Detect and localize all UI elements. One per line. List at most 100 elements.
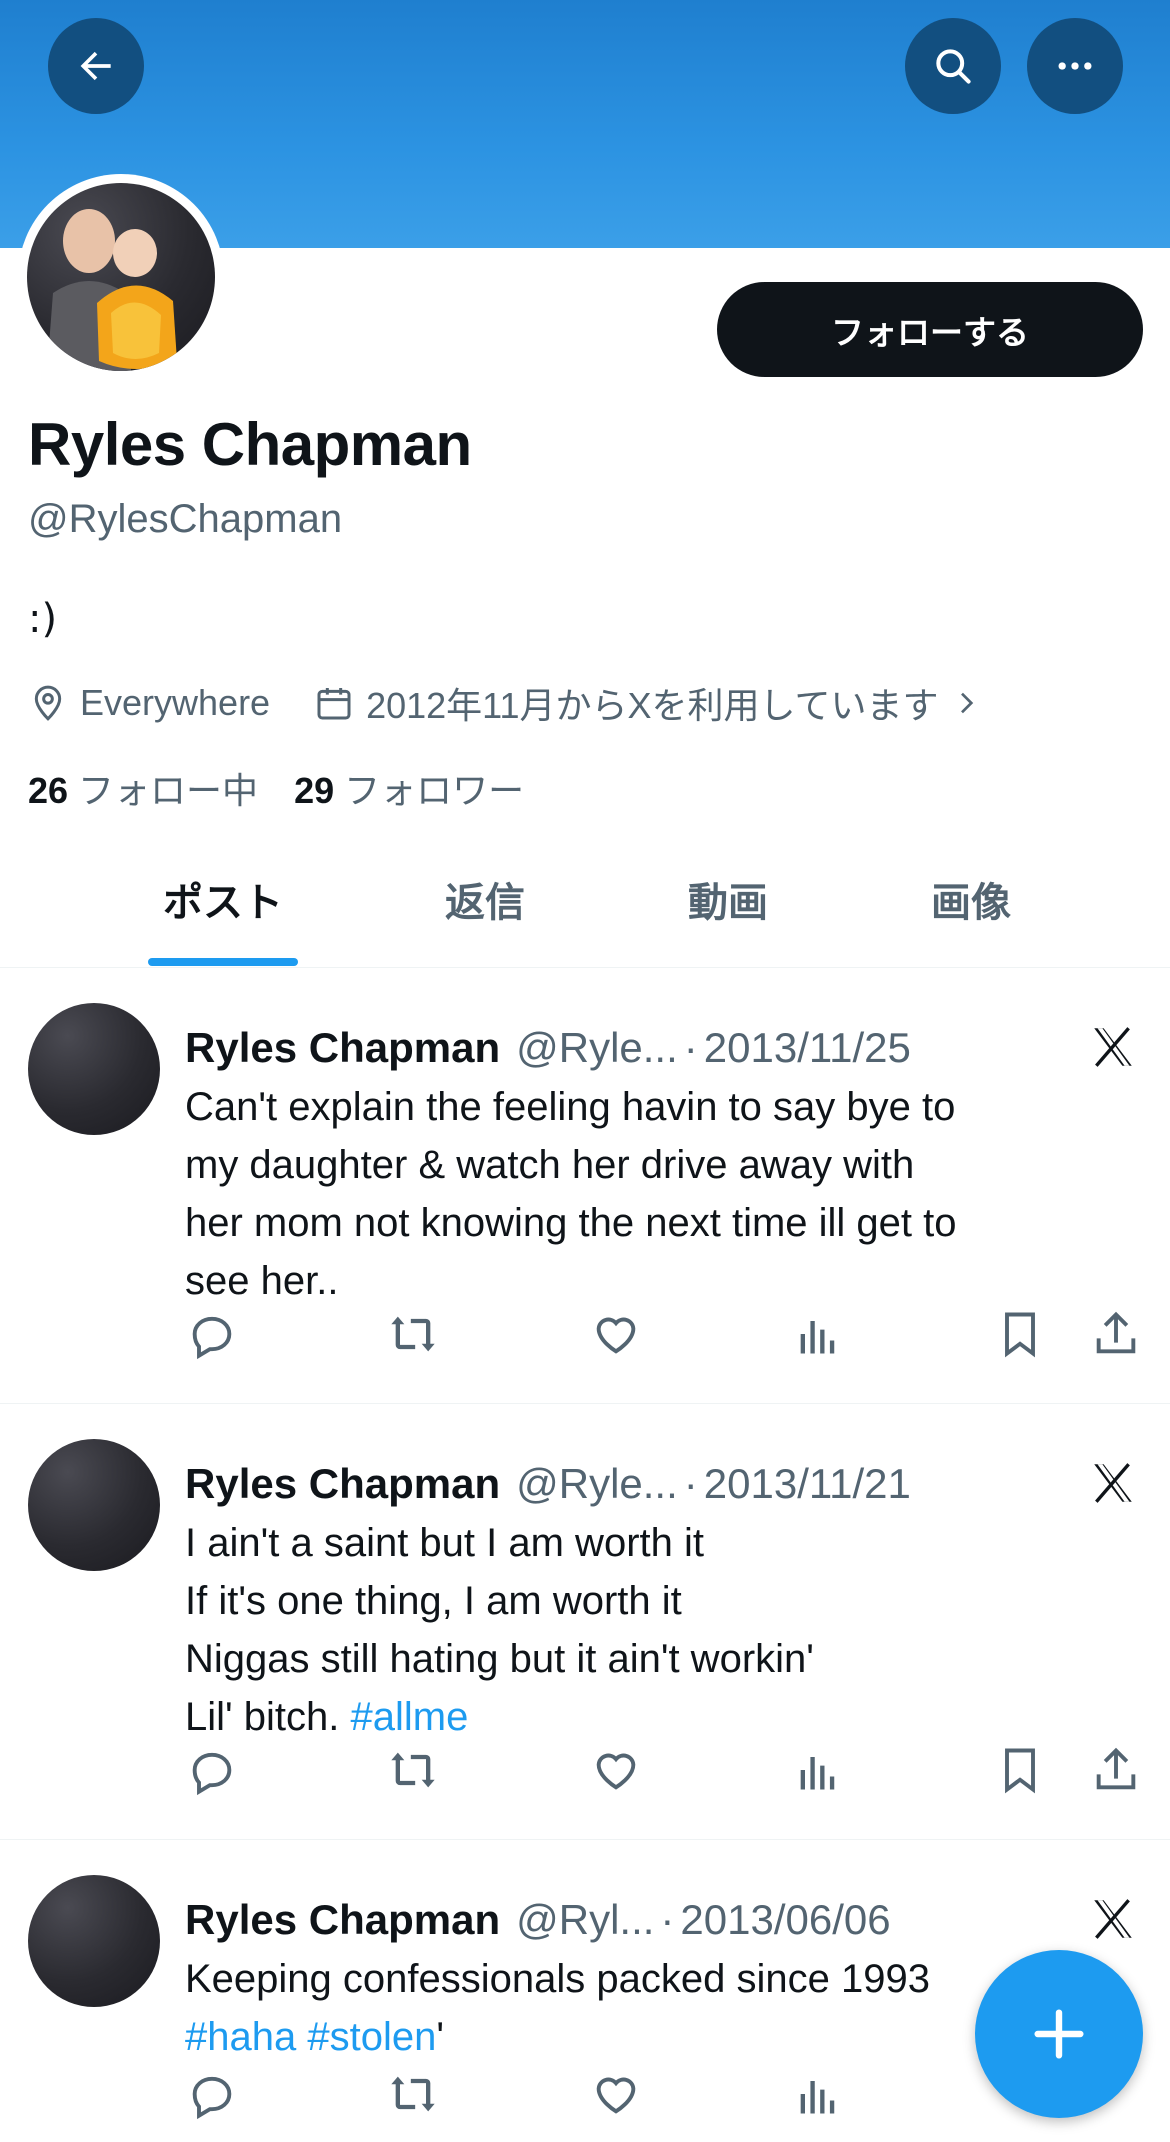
tweet-date[interactable]: 2013/11/21	[704, 1460, 911, 1508]
tweet-text: Can't explain the feeling havin to say b…	[185, 1078, 1145, 1310]
location-pin-icon	[34, 685, 62, 721]
tweet-header: Ryles Chapman @Ryl... · 2013/06/06	[185, 1892, 891, 1948]
tweet-line: her mom not knowing the next time ill ge…	[185, 1201, 957, 1245]
profile-tabs: ポスト 返信 動画 画像	[0, 850, 1170, 968]
tweet-actions	[0, 1742, 1170, 1802]
tweet-text: I ain't a saint but I am worth it If it'…	[185, 1514, 1145, 1746]
reply-button[interactable]	[184, 1742, 240, 1798]
heart-icon	[596, 1317, 636, 1354]
tweet-line: I ain't a saint but I am worth it	[185, 1521, 704, 1565]
follow-counts: 26 フォロー中 29 フォロワー	[28, 762, 524, 814]
back-button[interactable]	[48, 18, 144, 114]
tab-replies[interactable]: 返信	[410, 870, 560, 930]
follow-button[interactable]: フォローする	[717, 282, 1143, 377]
location-text: Everywhere	[80, 682, 271, 723]
heart-icon	[596, 2077, 636, 2114]
bookmark-button[interactable]	[992, 1306, 1048, 1362]
tweet-date[interactable]: 2013/11/25	[704, 1024, 911, 1072]
x-logo-icon	[1094, 1463, 1132, 1503]
tweet-line-text: '	[436, 2015, 444, 2059]
tweet-line-text: Lil' bitch.	[185, 1695, 351, 1739]
separator-dot: ·	[683, 1024, 698, 1071]
tweet-author-name[interactable]: Ryles Chapman	[185, 1024, 500, 1072]
tweet-author-handle[interactable]: @Ryle...	[516, 1460, 678, 1508]
repost-button[interactable]	[385, 2066, 441, 2122]
repost-button[interactable]	[385, 1306, 441, 1362]
ellipsis-icon	[1058, 62, 1092, 70]
tweet-author-handle[interactable]: @Ryl...	[516, 1896, 654, 1944]
avatar-photo	[27, 183, 215, 371]
tab-posts[interactable]: ポスト	[148, 870, 298, 930]
tab-images[interactable]: 画像	[896, 870, 1046, 930]
hashtag-link[interactable]: #stolen	[307, 2015, 436, 2059]
tweet-line: my daughter & watch her drive away with	[185, 1143, 915, 1187]
reply-icon	[192, 1316, 232, 1360]
bookmark-icon	[1005, 1748, 1035, 1794]
tweet-avatar[interactable]	[28, 1003, 160, 1135]
tweet-line: Lil' bitch. #allme	[185, 1688, 1145, 1746]
bookmark-button[interactable]	[992, 1742, 1048, 1798]
share-button[interactable]	[1088, 1306, 1144, 1362]
followers-link[interactable]: 29 フォロワー	[294, 762, 524, 814]
tweet-line: Niggas still hating but it ain't workin'	[185, 1637, 814, 1681]
share-icon	[1096, 1747, 1136, 1790]
like-button[interactable]	[588, 2066, 644, 2122]
more-options-button[interactable]	[1027, 18, 1123, 114]
tweet-avatar[interactable]	[28, 1875, 160, 2007]
tweet-author-handle[interactable]: @Ryle...	[516, 1024, 678, 1072]
tab-videos[interactable]: 動画	[653, 870, 803, 930]
views-icon	[800, 1757, 835, 1790]
like-button[interactable]	[588, 1742, 644, 1798]
x-logo-icon	[1094, 1899, 1132, 1939]
active-tab-indicator	[148, 958, 298, 966]
repost-icon	[391, 2076, 435, 2112]
views-button[interactable]	[790, 2066, 846, 2122]
profile-avatar[interactable]	[18, 174, 224, 380]
repost-button[interactable]	[385, 1742, 441, 1798]
repost-icon	[391, 1752, 435, 1788]
tweet-actions	[0, 1306, 1170, 1366]
views-icon	[800, 2081, 835, 2114]
joined-text: 2012年11月からXを利用しています	[366, 685, 939, 726]
chevron-right-icon	[961, 692, 974, 714]
profile-handle: @RylesChapman	[28, 497, 343, 541]
tweet-1[interactable]: Ryles Chapman @Ryle... · 2013/11/25 Can'…	[0, 968, 1170, 1404]
views-button[interactable]	[790, 1306, 846, 1362]
share-icon	[1096, 1311, 1136, 1354]
tweet-line: see her..	[185, 1259, 339, 1303]
followers-count: 29	[294, 770, 335, 811]
profile-bio: :)	[28, 596, 58, 642]
reply-icon	[192, 1752, 232, 1796]
reply-button[interactable]	[184, 2066, 240, 2122]
views-icon	[800, 1321, 835, 1354]
tweet-line: If it's one thing, I am worth it	[185, 1579, 682, 1623]
tweet-header: Ryles Chapman @Ryle... · 2013/11/21	[185, 1456, 911, 1512]
tweet-author-name[interactable]: Ryles Chapman	[185, 1460, 500, 1508]
bookmark-icon	[1005, 1312, 1035, 1358]
plus-icon	[1034, 2009, 1084, 2059]
search-icon	[936, 49, 971, 84]
tweet-date[interactable]: 2013/06/06	[680, 1896, 890, 1944]
like-button[interactable]	[588, 1306, 644, 1362]
tweet-2[interactable]: Ryles Chapman @Ryle... · 2013/11/21 I ai…	[0, 1404, 1170, 1840]
search-button[interactable]	[905, 18, 1001, 114]
views-button[interactable]	[790, 1742, 846, 1798]
hashtag-link[interactable]: #allme	[351, 1695, 469, 1739]
repost-icon	[391, 1316, 435, 1352]
profile-meta: Everywhere 2012年11月からXを利用しています	[28, 678, 982, 728]
followers-label: フォロワー	[344, 770, 525, 811]
joined-item[interactable]: 2012年11月からXを利用しています	[314, 677, 982, 729]
following-count: 26	[28, 770, 69, 811]
display-name: Ryles Chapman	[28, 411, 472, 478]
hashtag-link[interactable]: #haha	[185, 2015, 296, 2059]
compose-button[interactable]	[975, 1950, 1143, 2118]
following-label: フォロー中	[78, 770, 259, 811]
x-logo-icon	[1094, 1027, 1132, 1067]
tweet-avatar[interactable]	[28, 1439, 160, 1571]
tweet-header: Ryles Chapman @Ryle... · 2013/11/25	[185, 1020, 911, 1076]
reply-button[interactable]	[184, 1306, 240, 1362]
following-link[interactable]: 26 フォロー中	[28, 762, 258, 814]
tweet-author-name[interactable]: Ryles Chapman	[185, 1896, 500, 1944]
location-item: Everywhere	[28, 682, 270, 724]
share-button[interactable]	[1088, 1742, 1144, 1798]
